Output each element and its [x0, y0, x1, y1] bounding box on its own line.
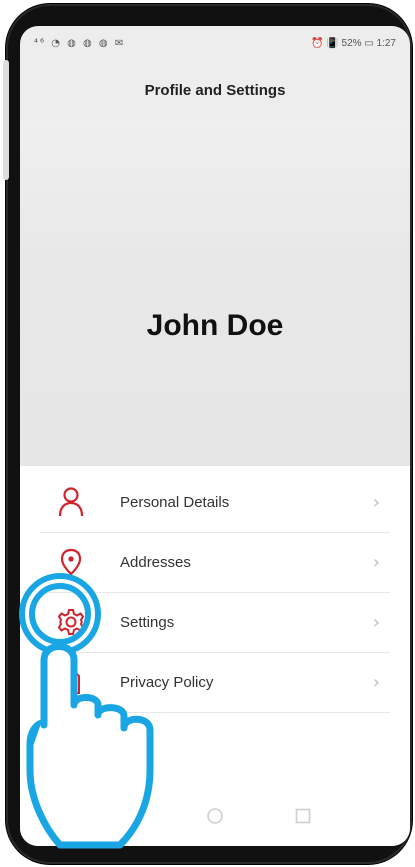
home-icon[interactable]	[206, 807, 224, 825]
settings-menu: Personal Details › Addresses › Settings …	[20, 466, 410, 846]
menu-label-addresses: Addresses	[120, 553, 191, 571]
android-nav-bar	[20, 786, 410, 846]
chevron-right-icon: ›	[372, 611, 380, 633]
status-right-info: ⏰ 📳 52% ▭ 1:27	[311, 37, 396, 49]
page-title: Profile and Settings	[144, 82, 286, 99]
gear-icon	[56, 607, 86, 637]
menu-label-settings: Settings	[120, 613, 175, 631]
location-pin-icon	[56, 547, 86, 577]
back-icon[interactable]	[118, 807, 136, 825]
recents-icon[interactable]	[294, 807, 312, 825]
profile-header	[20, 121, 410, 466]
menu-item-privacy-policy[interactable]: Privacy Policy ›	[40, 652, 390, 713]
app-screen: ⁴⁶ ◔ ◍ ◍ ◍ ✉ ⏰ 📳 52% ▭ 1:27 Profile and …	[20, 26, 410, 846]
chevron-right-icon: ›	[372, 551, 380, 573]
chevron-right-icon: ›	[372, 671, 380, 693]
menu-label-privacy-policy: Privacy Policy	[120, 673, 214, 691]
person-icon	[56, 487, 86, 517]
phone-frame: ⁴⁶ ◔ ◍ ◍ ◍ ✉ ⏰ 📳 52% ▭ 1:27 Profile and …	[3, 4, 412, 864]
menu-item-addresses[interactable]: Addresses ›	[40, 532, 390, 593]
document-icon	[56, 667, 86, 697]
menu-item-settings[interactable]: Settings ›	[40, 592, 390, 653]
menu-label-personal-details: Personal Details	[120, 493, 230, 511]
status-bar: ⁴⁶ ◔ ◍ ◍ ◍ ✉ ⏰ 📳 52% ▭ 1:27	[20, 26, 410, 60]
menu-item-personal-details[interactable]: Personal Details ›	[40, 472, 390, 533]
status-left-icons: ⁴⁶ ◔ ◍ ◍ ◍ ✉	[34, 37, 126, 49]
profile-name: John Doe	[146, 309, 284, 342]
chevron-right-icon: ›	[372, 491, 380, 513]
